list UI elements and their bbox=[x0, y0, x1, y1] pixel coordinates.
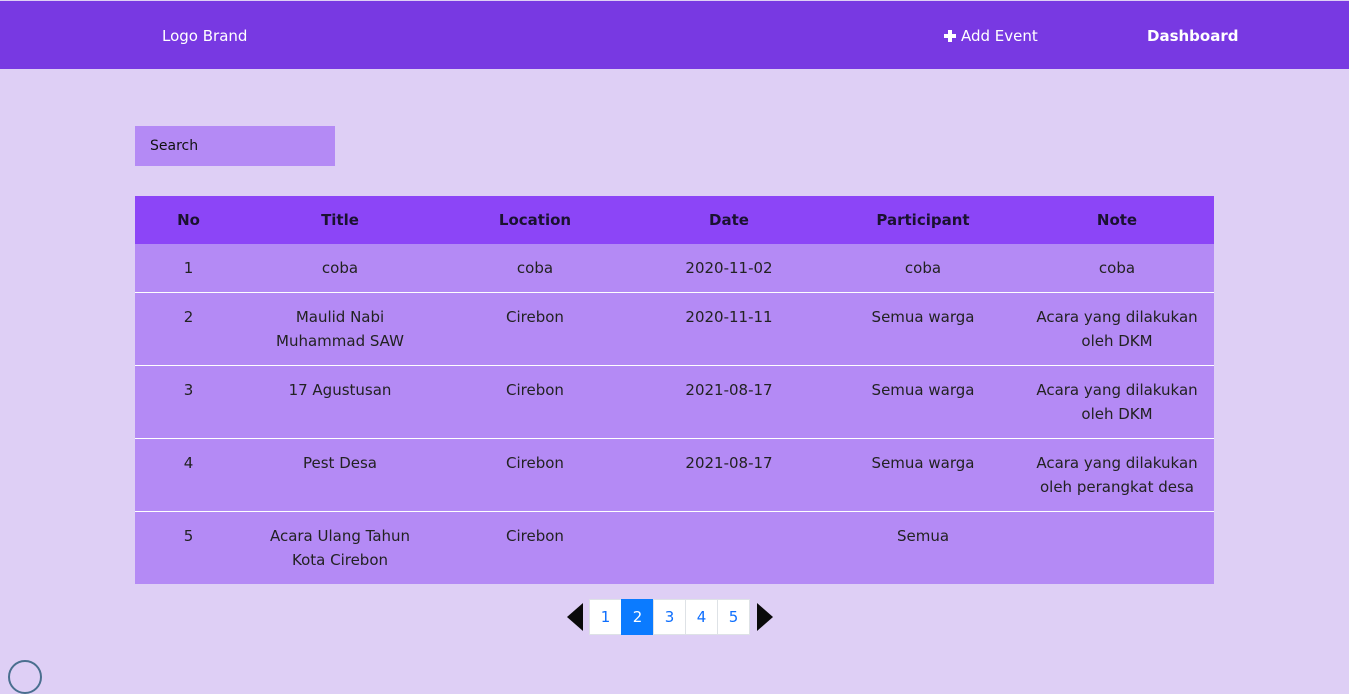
header-date: Date bbox=[632, 196, 826, 244]
add-event-label: Add Event bbox=[961, 27, 1038, 45]
cell-title: Pest Desa bbox=[242, 438, 438, 512]
cell-date: 2020-11-11 bbox=[632, 292, 826, 366]
header-location: Location bbox=[438, 196, 632, 244]
cell-note bbox=[1020, 511, 1214, 584]
page-link-1[interactable]: 1 bbox=[589, 599, 622, 635]
page-link-2[interactable]: 2 bbox=[621, 599, 654, 635]
table-row: 3 17 Agustusan Cirebon 2021-08-17 Semua … bbox=[135, 365, 1214, 439]
cell-location: Cirebon bbox=[438, 511, 632, 584]
events-table-container: No Title Location Date Participant Note … bbox=[135, 196, 1214, 584]
cell-note: Acara yang dilakukan oleh DKM bbox=[1020, 292, 1214, 366]
cell-participant: Semua warga bbox=[826, 365, 1020, 439]
page-link-3[interactable]: 3 bbox=[653, 599, 686, 635]
header-title: Title bbox=[242, 196, 438, 244]
cell-title: Acara Ulang Tahun Kota Cirebon bbox=[242, 511, 438, 584]
previous-page-icon[interactable] bbox=[567, 603, 583, 631]
page-link-5[interactable]: 5 bbox=[717, 599, 750, 635]
cell-title: coba bbox=[242, 244, 438, 293]
events-table: No Title Location Date Participant Note … bbox=[135, 196, 1214, 584]
cell-no: 3 bbox=[135, 365, 242, 439]
header-participant: Participant bbox=[826, 196, 1020, 244]
cell-participant: Semua warga bbox=[826, 292, 1020, 366]
table-header-row: No Title Location Date Participant Note bbox=[135, 196, 1214, 244]
cell-no: 1 bbox=[135, 244, 242, 293]
floating-widget-icon[interactable] bbox=[8, 660, 42, 694]
cell-participant: coba bbox=[826, 244, 1020, 293]
add-event-link[interactable]: Add Event bbox=[944, 25, 1038, 47]
cell-location: Cirebon bbox=[438, 438, 632, 512]
cell-location: coba bbox=[438, 244, 632, 293]
cell-date: 2021-08-17 bbox=[632, 438, 826, 512]
table-row: 2 Maulid Nabi Muhammad SAW Cirebon 2020-… bbox=[135, 292, 1214, 366]
cell-no: 5 bbox=[135, 511, 242, 584]
pagination: 1 2 3 4 5 bbox=[567, 599, 773, 635]
table-row: 4 Pest Desa Cirebon 2021-08-17 Semua war… bbox=[135, 438, 1214, 512]
search-input[interactable] bbox=[135, 126, 335, 166]
cell-title: Maulid Nabi Muhammad SAW bbox=[242, 292, 438, 366]
cell-date: 2020-11-02 bbox=[632, 244, 826, 293]
navbar: Logo Brand Add Event Dashboard bbox=[0, 1, 1349, 69]
cell-no: 4 bbox=[135, 438, 242, 512]
header-no: No bbox=[135, 196, 242, 244]
cell-location: Cirebon bbox=[438, 365, 632, 439]
dashboard-link[interactable]: Dashboard bbox=[1147, 25, 1238, 47]
table-row: 1 coba coba 2020-11-02 coba coba bbox=[135, 244, 1214, 293]
plus-icon bbox=[944, 30, 956, 42]
cell-note: Acara yang dilakukan oleh perangkat desa bbox=[1020, 438, 1214, 512]
cell-title: 17 Agustusan bbox=[242, 365, 438, 439]
logo-brand-link[interactable]: Logo Brand bbox=[162, 25, 247, 47]
cell-no: 2 bbox=[135, 292, 242, 366]
cell-date: 2021-08-17 bbox=[632, 365, 826, 439]
page-link-4[interactable]: 4 bbox=[685, 599, 718, 635]
cell-date bbox=[632, 511, 826, 584]
cell-location: Cirebon bbox=[438, 292, 632, 366]
cell-participant: Semua warga bbox=[826, 438, 1020, 512]
header-note: Note bbox=[1020, 196, 1214, 244]
cell-note: coba bbox=[1020, 244, 1214, 293]
cell-note: Acara yang dilakukan oleh DKM bbox=[1020, 365, 1214, 439]
cell-participant: Semua bbox=[826, 511, 1020, 584]
next-page-icon[interactable] bbox=[757, 603, 773, 631]
table-row: 5 Acara Ulang Tahun Kota Cirebon Cirebon… bbox=[135, 511, 1214, 584]
